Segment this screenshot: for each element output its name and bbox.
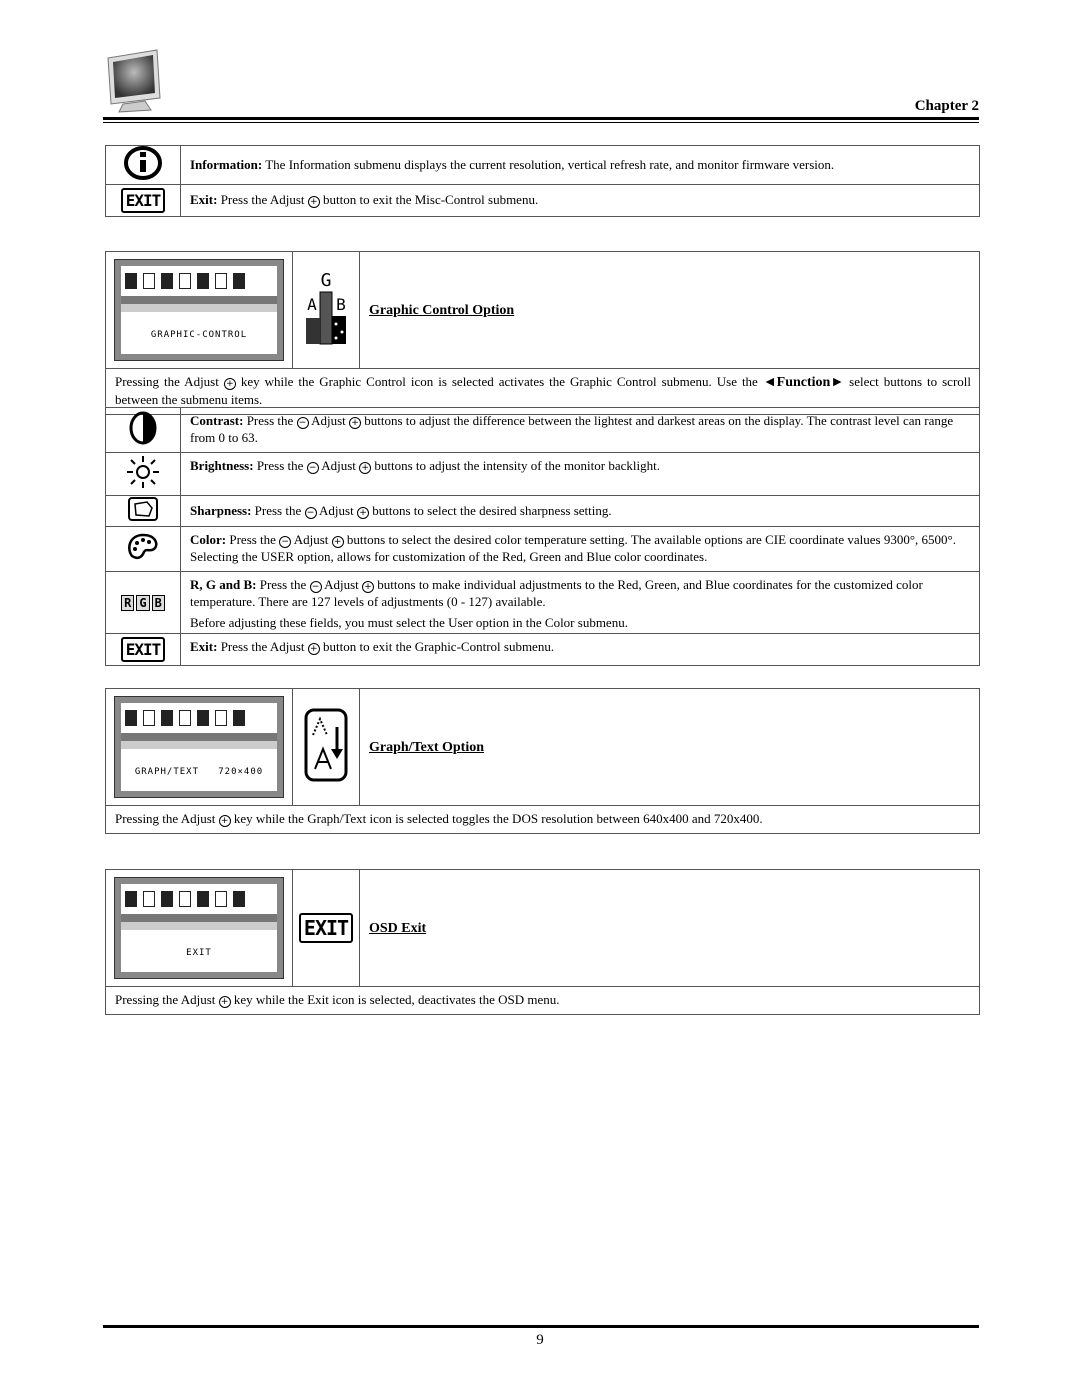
sharpness-icon xyxy=(105,495,181,527)
table-row: EXIT Exit: Press the Adjust + button to … xyxy=(105,184,980,217)
adjust-plus-icon: + xyxy=(218,996,231,1008)
exit-icon: EXIT xyxy=(120,637,166,662)
page-number: 9 xyxy=(536,1332,544,1348)
row-text: The Information submenu displays the cur… xyxy=(262,156,835,172)
footer-rule xyxy=(103,1325,979,1328)
graph-text-icon xyxy=(292,688,360,806)
section-title: OSD Exit xyxy=(369,920,427,936)
adjust-plus-icon: + xyxy=(359,462,372,474)
header-rule xyxy=(103,117,979,120)
graphic-control-icon: GAB xyxy=(292,251,360,369)
misc-control-table: Information: The Information submenu dis… xyxy=(105,145,980,217)
row-label: Exit: xyxy=(190,192,218,207)
adjust-plus-icon: + xyxy=(218,815,231,827)
header-rule-thin xyxy=(103,122,979,123)
svg-text:A: A xyxy=(307,295,317,314)
table-row: Color: Press the − Adjust + buttons to s… xyxy=(105,526,980,572)
section-title: Graphic Control Option xyxy=(369,302,515,318)
adjust-minus-icon: − xyxy=(279,536,292,548)
table-row: EXIT Exit: Press the Adjust + button to … xyxy=(105,633,980,666)
contrast-icon xyxy=(105,407,181,453)
rgb-note: Before adjusting these fields, you must … xyxy=(190,615,628,630)
osd-label: EXIT xyxy=(186,948,212,958)
adjust-plus-icon: + xyxy=(356,506,369,519)
osd-screenshot: GRAPH/TEXT 720×400 xyxy=(114,696,284,798)
monitor-logo xyxy=(105,48,165,114)
section-description: Pressing the Adjust + key while the Grap… xyxy=(105,805,980,834)
exit-icon: EXIT xyxy=(120,188,166,213)
adjust-plus-icon: + xyxy=(307,643,320,655)
adjust-minus-icon: − xyxy=(309,581,322,593)
table-row: Information: The Information submenu dis… xyxy=(105,145,980,185)
adjust-plus-icon: + xyxy=(307,196,320,208)
adjust-minus-icon: − xyxy=(296,417,309,429)
table-row: Brightness: Press the − Adjust + buttons… xyxy=(105,452,980,496)
osd-label: GRAPH/TEXT 720×400 xyxy=(134,767,264,777)
osd-label: GRAPHIC-CONTROL xyxy=(150,330,248,340)
adjust-minus-icon: − xyxy=(306,462,319,474)
graph-text-table: GRAPH/TEXT 720×400 Graph/Text Option Pre… xyxy=(105,688,980,834)
row-label: Information: xyxy=(190,156,263,172)
section-description: Pressing the Adjust + key while the Exit… xyxy=(105,986,980,1015)
graphic-control-table: GRAPHIC-CONTROL GAB Graphic Control Opti… xyxy=(105,251,980,415)
adjust-plus-icon: + xyxy=(331,536,344,548)
svg-text:G: G xyxy=(321,270,332,291)
info-icon xyxy=(105,145,181,185)
brightness-icon xyxy=(105,452,181,496)
osd-screenshot: EXIT xyxy=(114,877,284,979)
osd-exit-table: EXIT EXIT OSD Exit Pressing the Adjust +… xyxy=(105,869,980,1015)
adjust-plus-icon: + xyxy=(223,378,236,390)
adjust-plus-icon: + xyxy=(349,417,361,429)
adjust-minus-icon: − xyxy=(304,506,317,519)
rgb-icon: RGB xyxy=(120,594,166,611)
exit-icon: EXIT xyxy=(298,913,354,943)
table-row: RGB R, G and B: Press the − Adjust + but… xyxy=(105,571,980,634)
adjust-plus-icon: + xyxy=(362,581,375,593)
osd-screenshot: GRAPHIC-CONTROL xyxy=(114,259,284,361)
svg-text:B: B xyxy=(336,295,346,314)
function-keys: ◄Function► xyxy=(762,375,845,390)
graphic-control-items: Contrast: Press the − Adjust + buttons t… xyxy=(105,407,980,666)
table-row: Sharpness: Press the − Adjust + buttons … xyxy=(105,495,980,527)
color-palette-icon xyxy=(105,526,181,572)
chapter-heading: Chapter 2 xyxy=(914,98,979,114)
section-title: Graph/Text Option xyxy=(369,739,485,755)
table-row: Contrast: Press the − Adjust + buttons t… xyxy=(105,407,980,453)
